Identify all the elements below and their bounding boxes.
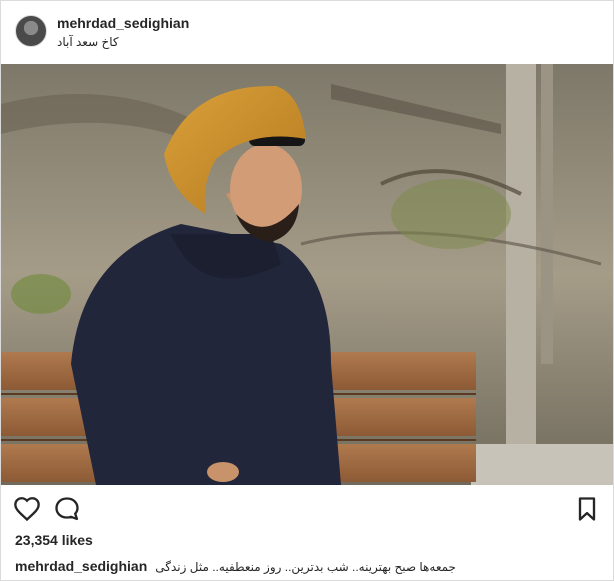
post-username[interactable]: mehrdad_sedighian	[57, 15, 189, 31]
post-actions	[1, 487, 613, 531]
post-caption: mehrdad_sedighian جمعه‌ها صبح بهترینه.. ش…	[15, 558, 605, 574]
caption-text: جمعه‌ها صبح بهترینه.. شب بدترین.. روز من…	[155, 560, 456, 574]
heart-icon[interactable]	[13, 495, 41, 523]
bookmark-icon[interactable]	[573, 495, 601, 523]
post-location[interactable]: کاخ سعد آباد	[57, 35, 119, 49]
speech-bubble-icon[interactable]	[53, 495, 81, 523]
photo-illustration	[1, 64, 613, 485]
caption-username[interactable]: mehrdad_sedighian	[15, 558, 147, 574]
post-header: mehrdad_sedighian کاخ سعد آباد	[1, 1, 613, 64]
likes-count[interactable]: 23,354 likes	[15, 532, 93, 548]
avatar[interactable]	[15, 15, 47, 47]
post-photo[interactable]	[1, 64, 613, 485]
instagram-post: mehrdad_sedighian کاخ سعد آباد 23,354 li…	[0, 0, 614, 581]
